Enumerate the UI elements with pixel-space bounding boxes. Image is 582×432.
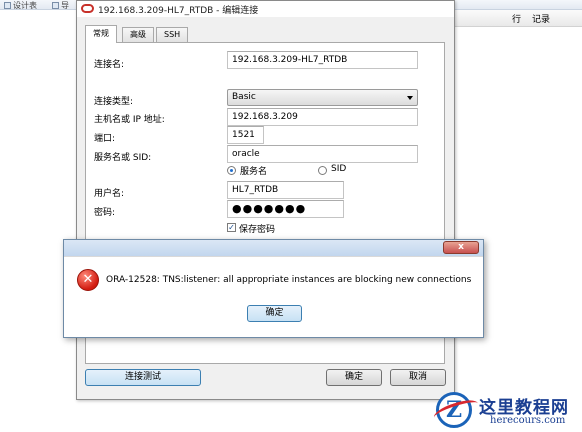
error-icon: ✕ bbox=[77, 269, 99, 291]
radio-service-name-label: 服务名 bbox=[240, 167, 268, 177]
error-box-body: ✕ ORA-12528: TNS:listener: all appropria… bbox=[64, 256, 483, 337]
toolbar-design-table-label: 设计表 bbox=[13, 1, 37, 10]
edit-connection-dialog: 192.168.3.209-HL7_RTDB - 编辑连接 常规 高级 SSH … bbox=[76, 0, 455, 400]
oracle-connection-icon bbox=[81, 4, 94, 13]
service-name-input[interactable]: oracle bbox=[227, 145, 418, 163]
watermark: Z 这里教程网 herecours.com bbox=[432, 388, 582, 432]
connection-name-label: 连接名: bbox=[94, 60, 125, 70]
connection-name-input[interactable]: 192.168.3.209-HL7_RTDB bbox=[227, 51, 418, 69]
port-input[interactable]: 1521 bbox=[227, 126, 264, 144]
radio-service-name[interactable] bbox=[227, 166, 236, 175]
cancel-button[interactable]: 取消 bbox=[390, 369, 446, 386]
username-label: 用户名: bbox=[94, 189, 125, 199]
connection-type-label: 连接类型: bbox=[94, 97, 134, 107]
chevron-down-icon bbox=[407, 96, 413, 100]
error-message-box: x ✕ ORA-12528: TNS:listener: all appropr… bbox=[63, 239, 484, 338]
watermark-logo-icon: Z bbox=[436, 392, 472, 428]
save-password-checkbox[interactable]: ✓ bbox=[227, 223, 236, 232]
tab-ssh[interactable]: SSH bbox=[156, 27, 189, 42]
watermark-en-text: herecours.com bbox=[490, 415, 566, 426]
table-icon bbox=[4, 2, 11, 9]
save-password-label: 保存密码 bbox=[239, 225, 276, 235]
close-button[interactable]: x bbox=[443, 241, 479, 254]
dialog-title-bar[interactable]: 192.168.3.209-HL7_RTDB - 编辑连接 bbox=[77, 1, 454, 17]
password-label: 密码: bbox=[94, 208, 116, 218]
column-header-records[interactable]: 记录 bbox=[532, 12, 550, 25]
column-header-rows[interactable]: 行 bbox=[512, 12, 521, 25]
tab-advanced[interactable]: 高级 bbox=[122, 27, 154, 42]
port-label: 端口: bbox=[94, 134, 116, 144]
username-input[interactable]: HL7_RTDB bbox=[227, 181, 344, 199]
host-label: 主机名或 IP 地址: bbox=[94, 115, 165, 125]
dialog-title: 192.168.3.209-HL7_RTDB - 编辑连接 bbox=[98, 6, 259, 16]
error-ok-button[interactable]: 确定 bbox=[247, 305, 302, 322]
ok-button[interactable]: 确定 bbox=[326, 369, 382, 386]
error-box-title-bar[interactable]: x bbox=[64, 240, 483, 256]
host-input[interactable]: 192.168.3.209 bbox=[227, 108, 418, 126]
background-column-header: 行 记录 bbox=[455, 10, 582, 27]
close-icon: x bbox=[458, 242, 464, 252]
service-name-label: 服务名或 SID: bbox=[94, 153, 152, 163]
radio-sid-label: SID bbox=[331, 164, 347, 174]
error-message-text: ORA-12528: TNS:listener: all appropriate… bbox=[106, 275, 472, 285]
toolbar-import-label: 导 bbox=[61, 1, 69, 10]
tab-general[interactable]: 常规 bbox=[85, 25, 117, 43]
background-object-list bbox=[0, 10, 76, 432]
connection-type-value: Basic bbox=[232, 92, 256, 102]
import-icon bbox=[52, 2, 59, 9]
test-connection-button[interactable]: 连接测试 bbox=[85, 369, 201, 386]
password-input[interactable]: ●●●●●●● bbox=[227, 200, 344, 218]
radio-sid[interactable] bbox=[318, 166, 327, 175]
connection-type-select[interactable]: Basic bbox=[227, 89, 418, 106]
